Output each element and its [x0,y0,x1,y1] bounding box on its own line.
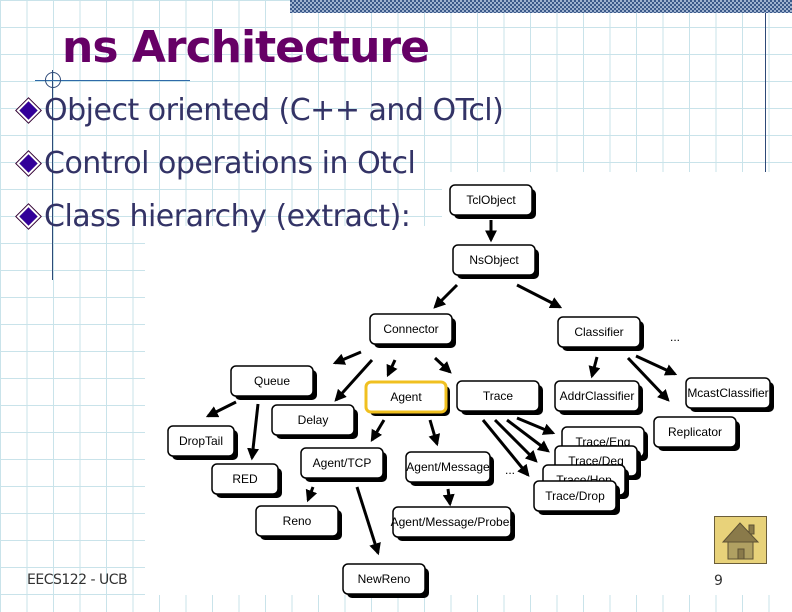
home-button[interactable] [714,516,767,564]
home-icon [721,522,760,560]
page-number: 9 [714,573,723,589]
edge-connector-to-agent [386,359,398,378]
node-label: Agent/Message/Prober [391,515,514,529]
diagram-nodes: TclObject NsObject Connector Classifier Queu… [167,184,774,598]
node-red: RED [211,463,282,498]
node-classifier: Classifier [557,316,644,351]
node-newreno: NewReno [342,563,429,598]
node-label: Reno [283,514,312,528]
edge-queue-to-droptail [205,400,237,418]
node-label: Trace [483,389,514,403]
edge-agentmessage-to-agentmessageprober [442,488,455,507]
node-addrclassifier: AddrClassifier [554,380,643,415]
edge-nsobject-to-classifier [516,283,563,309]
edge-agenttcp-to-reno [305,486,318,503]
edge-nsobject-to-connector [433,283,459,309]
node-queue: Queue [230,365,317,400]
edge-agenttcp-to-newreno [355,486,381,556]
node-connector: Connector [369,313,456,348]
node-label: AddrClassifier [560,389,635,403]
node-replicator: Replicator [653,416,740,451]
node-trace: Trace [456,380,543,415]
node-label: Trace/Drop [545,489,605,503]
node-label: Delay [298,413,329,427]
node-label: DropTail [179,434,223,448]
node-tclobject: TclObject [449,184,536,219]
node-reno: Reno [255,505,342,540]
edge-trace-to-tracedeq [506,418,550,453]
node-label: Replicator [668,425,722,439]
edge-agent-to-agentmessage [428,419,441,447]
edge-queue-to-red [247,403,260,461]
node-label: McastClassifier [687,386,768,400]
edge-connector-to-trace [433,356,452,374]
node-label: NewReno [358,572,411,586]
node-label: Connector [383,322,438,336]
node-label: NsObject [469,253,519,267]
edge-classifier-to-addrclassifier [588,356,601,379]
node-label: TclObject [466,193,516,207]
ellipsis-classifier-more: ... [670,330,680,344]
class-hierarchy-diagram: TclObject NsObject Connector Classifier Queu… [167,184,774,598]
ellipsis-agent-more: ... [505,463,515,477]
node-agentmessage: Agent/Message [405,451,494,486]
node-label: Agent/Message [406,460,490,474]
node-mcastclassifier: McastClassifier [685,377,774,412]
node-agentmessageprober: Agent/Message/Prober [391,506,515,541]
node-agenttcp: Agent/TCP [300,447,387,482]
edge-agent-to-agenttcp [370,419,386,443]
node-droptail: DropTail [167,425,238,460]
node-label: Queue [254,374,290,388]
node-agent: Agent [364,380,450,416]
node-nsobject: NsObject [452,244,539,279]
edge-connector-to-queue [332,350,362,365]
node-tracedrop: Trace/Drop [533,480,620,515]
node-label: Agent/TCP [313,456,372,470]
footer-text: EECS122 - UCB [27,572,128,588]
node-label: Agent [390,390,422,404]
node-delay: Delay [271,404,358,439]
node-label: Classifier [574,325,623,339]
node-label: RED [232,472,258,486]
